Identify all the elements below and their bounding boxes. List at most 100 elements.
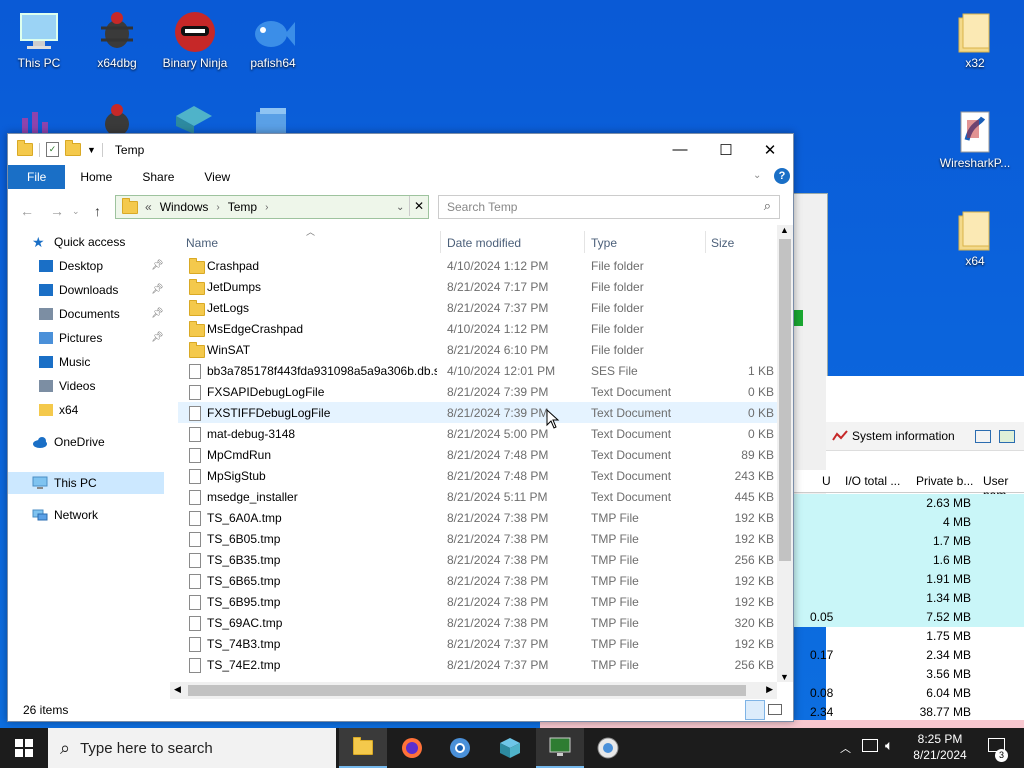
expand-ribbon-icon[interactable]: ⌄ — [753, 170, 761, 181]
network-status-icon[interactable] — [862, 739, 878, 752]
nav-network[interactable]: Network — [32, 504, 98, 526]
details-view-icon[interactable] — [745, 700, 765, 720]
nav-onedrive[interactable]: OneDrive — [32, 431, 105, 453]
nav-item-videos[interactable]: Videos — [39, 375, 95, 397]
back-arrow-icon[interactable]: ← — [20, 203, 34, 219]
process-row[interactable]: 1.7 MB — [792, 532, 1024, 551]
large-icons-view-icon[interactable] — [768, 704, 782, 715]
desktop-icon-partial[interactable] — [18, 108, 58, 134]
properties-icon[interactable]: ✓ — [46, 142, 59, 157]
file-row[interactable]: MsEdgeCrashpad 4/10/2024 1:12 PM File fold… — [178, 318, 778, 339]
column-cpu[interactable]: U — [822, 474, 831, 488]
file-row[interactable]: msedge_installer 8/21/2024 5:11 PM Text Do… — [178, 486, 778, 507]
export-icon[interactable] — [998, 429, 1015, 443]
scroll-down-icon[interactable]: ▼ — [780, 672, 789, 682]
taskbar-app-globe[interactable] — [584, 728, 632, 768]
process-row[interactable]: 0.17 2.34 MB — [792, 646, 1024, 665]
tab-view[interactable]: View — [189, 165, 245, 189]
process-row[interactable]: 0.05 7.52 MB — [792, 608, 1024, 627]
tab-file[interactable]: File — [8, 165, 66, 189]
close-button[interactable]: ✕ — [747, 134, 793, 165]
nav-item-x64[interactable]: x64 — [39, 399, 78, 421]
file-row[interactable]: TS_6A0A.tmp 8/21/2024 7:38 PM TMP File 192 … — [178, 507, 778, 528]
process-row[interactable]: 0.08 6.04 MB — [792, 684, 1024, 703]
breadcrumb-temp[interactable]: Temp — [228, 200, 257, 214]
volume-muted-icon[interactable]: 🔈︎ — [885, 737, 893, 754]
taskbar-browser[interactable] — [436, 728, 484, 768]
nav-this-pc-label-row[interactable]: This PC — [32, 472, 97, 494]
file-row[interactable]: Crashpad 4/10/2024 1:12 PM File folder — [178, 255, 778, 276]
vertical-scrollbar[interactable]: ▲ ▼ — [777, 225, 793, 682]
new-folder-icon[interactable] — [65, 140, 81, 156]
file-row[interactable]: MpSigStub 8/21/2024 7:48 PM Text Document 2… — [178, 465, 778, 486]
help-icon[interactable]: ? — [774, 168, 790, 184]
scrollbar-thumb[interactable] — [779, 239, 791, 561]
desktop-icon-this-pc[interactable]: This PC — [1, 10, 77, 70]
recent-locations-icon[interactable]: ⌄ — [72, 206, 80, 217]
file-row[interactable]: FXSTIFFDebugLogFile 8/21/2024 7:39 PM Text… — [178, 402, 778, 423]
taskbar-file-explorer[interactable] — [339, 728, 387, 768]
pin-icon[interactable]: 📌︎ — [151, 332, 164, 343]
notification-center-button[interactable]: 3 — [980, 728, 1024, 768]
file-row[interactable]: TS_6B05.tmp 8/21/2024 7:38 PM TMP File 192 … — [178, 528, 778, 549]
sort-ascending-icon[interactable]: ︿ — [306, 225, 315, 238]
desktop-icon-x64[interactable]: x64 — [937, 208, 1013, 268]
system-information-button[interactable]: System information — [832, 429, 955, 443]
file-row[interactable]: JetLogs 8/21/2024 7:37 PM File folder — [178, 297, 778, 318]
clock[interactable]: 8:25 PM 8/21/2024 — [906, 731, 974, 763]
chevron-right-icon[interactable]: › — [265, 202, 268, 213]
file-row[interactable]: mat-debug-3148 8/21/2024 5:00 PM Text Docu… — [178, 423, 778, 444]
desktop-icon-partial[interactable] — [172, 104, 216, 134]
file-row[interactable]: TS_69AC.tmp 8/21/2024 7:38 PM TMP File 320 … — [178, 612, 778, 633]
taskbar-search-input[interactable]: Type here to search — [80, 740, 213, 757]
desktop-icon-partial[interactable] — [250, 106, 294, 134]
nav-quick-access[interactable]: ★ Quick access — [32, 231, 125, 253]
file-row[interactable]: TS_74E2.tmp 8/21/2024 7:37 PM TMP File 256 … — [178, 654, 778, 675]
desktop-icon-partial[interactable] — [95, 104, 139, 136]
process-row[interactable]: 4 MB — [792, 513, 1024, 532]
file-row[interactable]: bb3a785178f443fda931098a5a9a306b.db.s...… — [178, 360, 778, 381]
process-row[interactable]: 1.34 MB — [792, 589, 1024, 608]
taskbar-search[interactable]: ⌕ Type here to search — [48, 728, 336, 768]
nav-item-music[interactable]: Music — [39, 351, 90, 373]
desktop-icon-pafish64[interactable]: pafish64 — [235, 10, 311, 70]
scroll-right-icon[interactable]: ▶ — [766, 684, 773, 695]
start-button[interactable] — [0, 728, 48, 768]
column-size[interactable]: Size — [711, 236, 734, 250]
desktop-icon-wireshark[interactable]: WiresharkP... — [937, 110, 1013, 170]
nav-item-pictures[interactable]: Pictures — [39, 327, 102, 349]
process-row[interactable]: 3.56 MB — [792, 665, 1024, 684]
customize-toolbar-icon[interactable]: ▼ — [87, 145, 96, 155]
file-row[interactable]: TS_74B3.tmp 8/21/2024 7:37 PM TMP File 192 … — [178, 633, 778, 654]
column-io-total[interactable]: I/O total ... — [845, 474, 900, 488]
overflow-chevron[interactable]: « — [145, 200, 152, 214]
pin-icon[interactable]: 📌︎ — [151, 308, 164, 319]
file-explorer-window[interactable]: ✓ ▼ Temp ― ☐ ✕ File Home Share View ⌄ ? … — [7, 133, 794, 722]
taskbar-app-cube[interactable] — [486, 728, 534, 768]
process-row[interactable]: 1.6 MB — [792, 551, 1024, 570]
search-input[interactable]: Search Temp — [447, 200, 517, 214]
column-date-modified[interactable]: Date modified — [447, 236, 521, 250]
minimize-button[interactable]: ― — [657, 134, 703, 165]
desktop-icon-x32[interactable]: x32 — [937, 10, 1013, 70]
column-divider[interactable] — [584, 231, 585, 253]
file-row[interactable]: TS_6B95.tmp 8/21/2024 7:38 PM TMP File 192 … — [178, 591, 778, 612]
title-bar[interactable]: ✓ ▼ Temp ― ☐ ✕ — [8, 134, 793, 165]
pin-icon[interactable]: 📌︎ — [151, 284, 164, 295]
up-arrow-icon[interactable]: ↑ — [94, 203, 101, 219]
search-icon[interactable]: ⌕ — [764, 198, 771, 214]
pin-icon[interactable]: 📌︎ — [151, 260, 164, 271]
file-row[interactable]: TS_6B35.tmp 8/21/2024 7:38 PM TMP File 256 … — [178, 549, 778, 570]
address-bar[interactable]: « Windows › Temp › ⌄ — [115, 195, 429, 219]
chevron-right-icon[interactable]: › — [216, 202, 219, 213]
column-divider[interactable] — [705, 231, 706, 253]
column-divider[interactable] — [440, 231, 441, 253]
search-box[interactable]: Search Temp ⌕ — [438, 195, 780, 219]
scroll-up-icon[interactable]: ▲ — [780, 225, 789, 235]
file-row[interactable]: WinSAT 8/21/2024 6:10 PM File folder — [178, 339, 778, 360]
scroll-left-icon[interactable]: ◀ — [174, 684, 181, 695]
desktop-icon-binary-ninja[interactable]: Binary Ninja — [157, 10, 233, 70]
chevron-up-icon[interactable]: ︿ — [840, 740, 851, 756]
maximize-button[interactable]: ☐ — [703, 134, 749, 165]
file-row[interactable]: TS_6B65.tmp 8/21/2024 7:38 PM TMP File 192 … — [178, 570, 778, 591]
